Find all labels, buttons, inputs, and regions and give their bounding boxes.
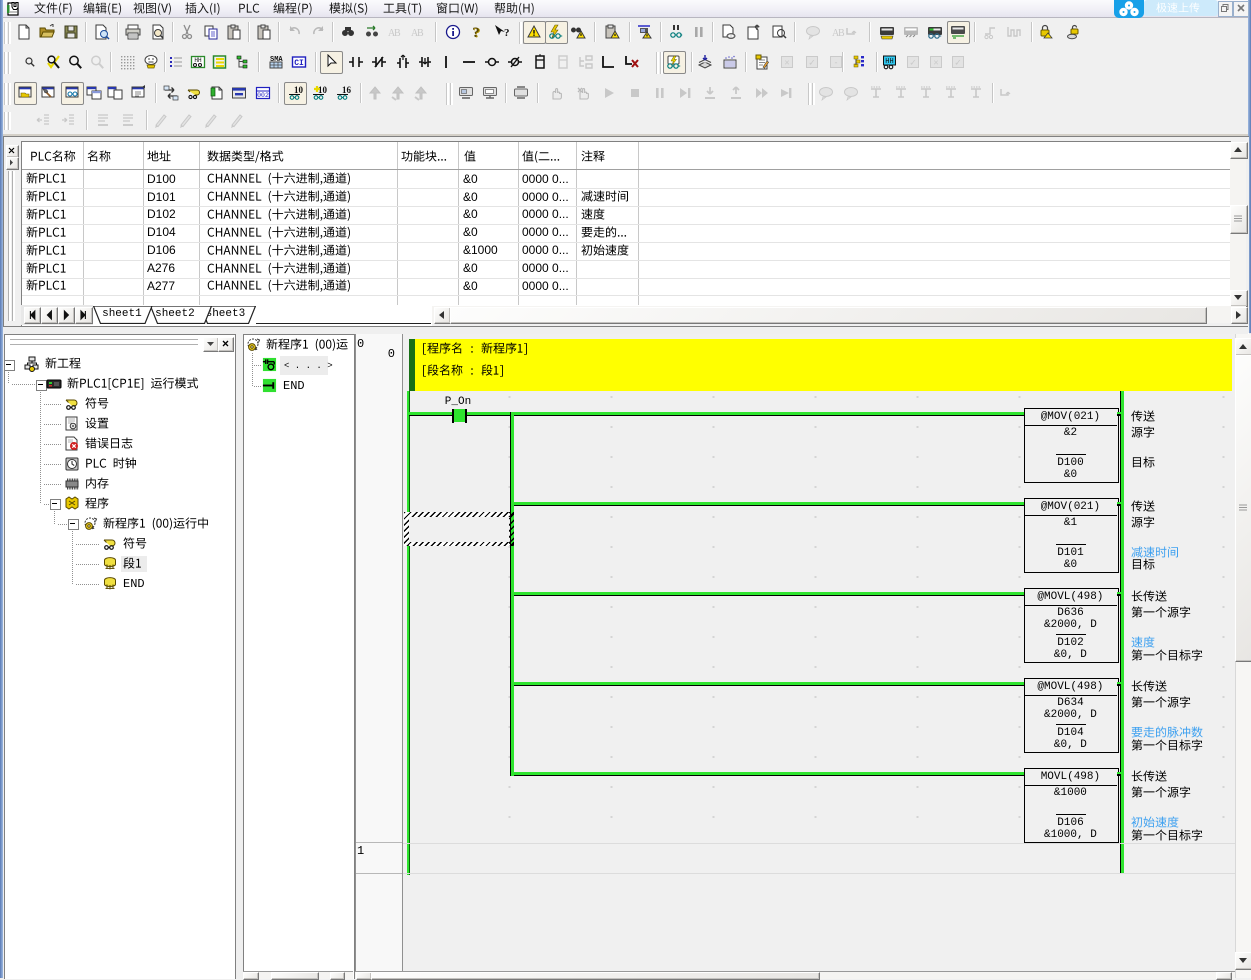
- svg-text:16: 16: [342, 85, 351, 95]
- svg-text:✓: ✓: [808, 58, 816, 68]
- svg-text:10: 10: [294, 85, 303, 95]
- svg-text:CI: CI: [294, 59, 304, 68]
- svg-text:?: ?: [472, 25, 480, 40]
- svg-text:✓: ✓: [909, 58, 917, 68]
- svg-text:×: ×: [933, 58, 938, 68]
- svg-text:B: B: [394, 28, 401, 39]
- svg-text:B: B: [417, 28, 424, 39]
- svg-text:?: ?: [504, 27, 509, 39]
- svg-text:×: ×: [784, 58, 789, 68]
- svg-text:✓: ✓: [954, 58, 962, 68]
- svg-text:HH: HH: [194, 57, 202, 64]
- svg-text:002: 002: [257, 92, 269, 99]
- svg-text:-: -: [835, 58, 838, 68]
